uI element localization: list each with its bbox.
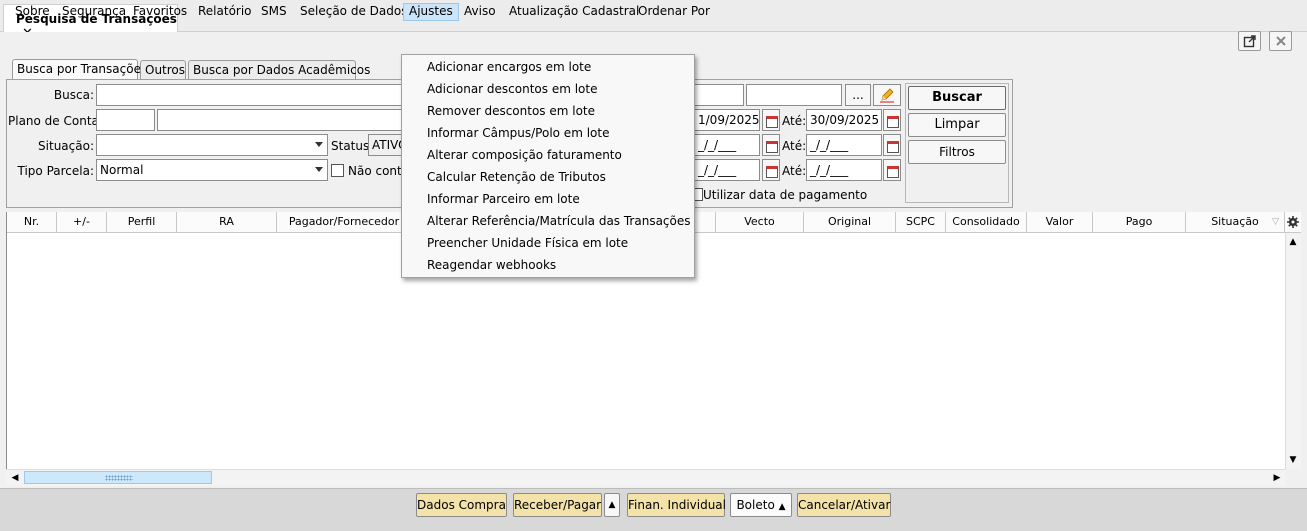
column-header-valor[interactable]: Valor [1027,212,1093,233]
cancelar-ativar-button[interactable]: Cancelar/Ativar [797,493,891,517]
menu-item-informar-parceiro[interactable]: Informar Parceiro em lote [427,189,580,209]
column-header-perfil[interactable]: Perfil [107,212,177,233]
menu-ordenar-por[interactable]: Ordenar Por [633,3,715,21]
filter-icon[interactable]: ▽ [1272,212,1279,232]
scroll-down-icon[interactable]: ▼ [1285,452,1301,468]
situacao-label: Situação: [38,139,94,153]
menu-atualizacao-cadastral[interactable]: Atualização Cadastral [504,3,644,21]
situacao-select[interactable] [96,134,328,156]
calendar-icon[interactable] [883,134,901,156]
menu-favoritos[interactable]: Favoritos [128,3,192,21]
finan-individual-button[interactable]: Finan. Individual [627,493,726,517]
dados-compra-button[interactable]: Dados Compra [416,493,507,517]
plano-codigo-input[interactable] [96,109,155,131]
calendar-icon[interactable] [883,109,901,131]
calendar-icon[interactable] [762,159,780,181]
menu-item-alterar-referencia[interactable]: Alterar Referência/Matrícula das Transaç… [427,211,691,231]
utilizar-data-label: Utilizar data de pagamento [703,188,868,202]
external-window-icon[interactable] [1238,31,1261,51]
scroll-corner [1285,469,1301,486]
scroll-left-icon[interactable]: ◀ [7,470,23,486]
tab-busca-por-dados-academicos[interactable]: Busca por Dados Acadêmicos [188,60,370,79]
close-window-icon[interactable] [1269,31,1292,51]
menu-aviso[interactable]: Aviso [459,3,501,21]
busca-label: Busca: [53,88,94,102]
column-header-consolidado[interactable]: Consolidado [946,212,1027,233]
nao-contem-checkbox[interactable] [331,164,344,177]
menu-item-preencher-unidade[interactable]: Preencher Unidade Física em lote [427,233,628,253]
menu-item-remover-descontos[interactable]: Remover descontos em lote [427,101,595,121]
plano-label: Plano de Conta: [8,114,103,128]
limpar-button[interactable]: Limpar [908,113,1006,137]
date-from-3[interactable]: _/_/___ [694,159,760,181]
ate-label-3: Até: [782,164,807,178]
scroll-right-icon[interactable]: ▶ [1269,470,1285,486]
menu-item-adicionar-encargos[interactable]: Adicionar encargos em lote [427,57,591,77]
chevron-up-icon: ▲ [778,502,786,512]
status-label: Status: [331,139,374,153]
calendar-icon[interactable] [883,159,901,181]
tipo-parcela-label: Tipo Parcela: [17,164,95,178]
plano-descricao-input[interactable] [157,109,407,131]
menu-ajustes[interactable]: Ajustes [403,3,459,21]
buscar-button[interactable]: Buscar [908,86,1006,110]
menu-sobre[interactable]: Sobre [10,3,55,21]
menu-seguranca[interactable]: Segurança [57,3,131,21]
menu-item-alterar-composicao[interactable]: Alterar composição faturamento [427,145,622,165]
calendar-icon[interactable] [762,134,780,156]
column-header-ra[interactable]: RA [177,212,277,233]
scroll-up-icon[interactable]: ▲ [1285,234,1301,250]
calendar-icon[interactable] [762,109,780,131]
column-header-situacao[interactable]: Situação ▽ [1186,212,1285,233]
date-from-1[interactable]: 1/09/2025 [694,109,760,131]
date-from-2[interactable]: _/_/___ [694,134,760,156]
tab-busca-por-transacoes[interactable]: Busca por Transações [12,59,147,80]
ate-label-1: Até: [782,114,807,128]
more-button[interactable]: ... [845,84,871,106]
ate-label-2: Até: [782,139,807,153]
nao-contem-label: Não contê [348,164,402,178]
column-header-vecto[interactable]: Vecto [716,212,804,233]
chevron-up-icon[interactable]: ▲ [604,493,620,517]
busca-input-extra-2[interactable] [746,84,842,106]
scroll-grip [105,475,133,481]
gear-icon[interactable] [1285,212,1301,233]
boleto-button[interactable]: Boleto ▲ [730,493,792,517]
menu-item-reagendar-webhooks[interactable]: Reagendar webhooks [427,255,556,275]
chevron-down-icon [315,167,323,172]
menu-selecao-de-dados[interactable]: Seleção de Dados [295,3,412,21]
busca-input[interactable] [96,84,406,106]
menu-item-calcular-retencao[interactable]: Calcular Retenção de Tributos [427,167,606,187]
pencil-icon[interactable] [873,84,901,106]
column-header-original[interactable]: Original [804,212,896,233]
filtros-button[interactable]: Filtros [908,140,1006,164]
column-header-scpc[interactable]: SCPC [896,212,946,233]
chevron-down-icon [315,142,323,147]
menubar [0,32,1307,54]
column-header-nr[interactable]: Nr. [7,212,57,233]
menu-sms[interactable]: SMS [256,3,292,21]
menu-item-informar-campus-polo[interactable]: Informar Câmpus/Polo em lote [427,123,609,143]
date-to-3[interactable]: _/_/___ [806,159,882,181]
tab-outros[interactable]: Outros [140,60,186,79]
menu-relatorio[interactable]: Relatório [193,3,257,21]
vertical-scrollbar[interactable] [1285,233,1301,469]
column-header-pagador[interactable]: Pagador/Fornecedor [277,212,412,233]
receber-pagar-button[interactable]: Receber/Pagar [513,493,602,517]
tipo-parcela-select[interactable]: Normal [96,159,328,181]
menu-item-adicionar-descontos[interactable]: Adicionar descontos em lote [427,79,598,99]
column-header-pago[interactable]: Pago [1093,212,1186,233]
column-header-plus-minus[interactable]: +/- [57,212,107,233]
date-to-1[interactable]: 30/09/2025 [806,109,882,131]
busca-input-extra[interactable] [694,84,744,106]
date-to-2[interactable]: _/_/___ [806,134,882,156]
